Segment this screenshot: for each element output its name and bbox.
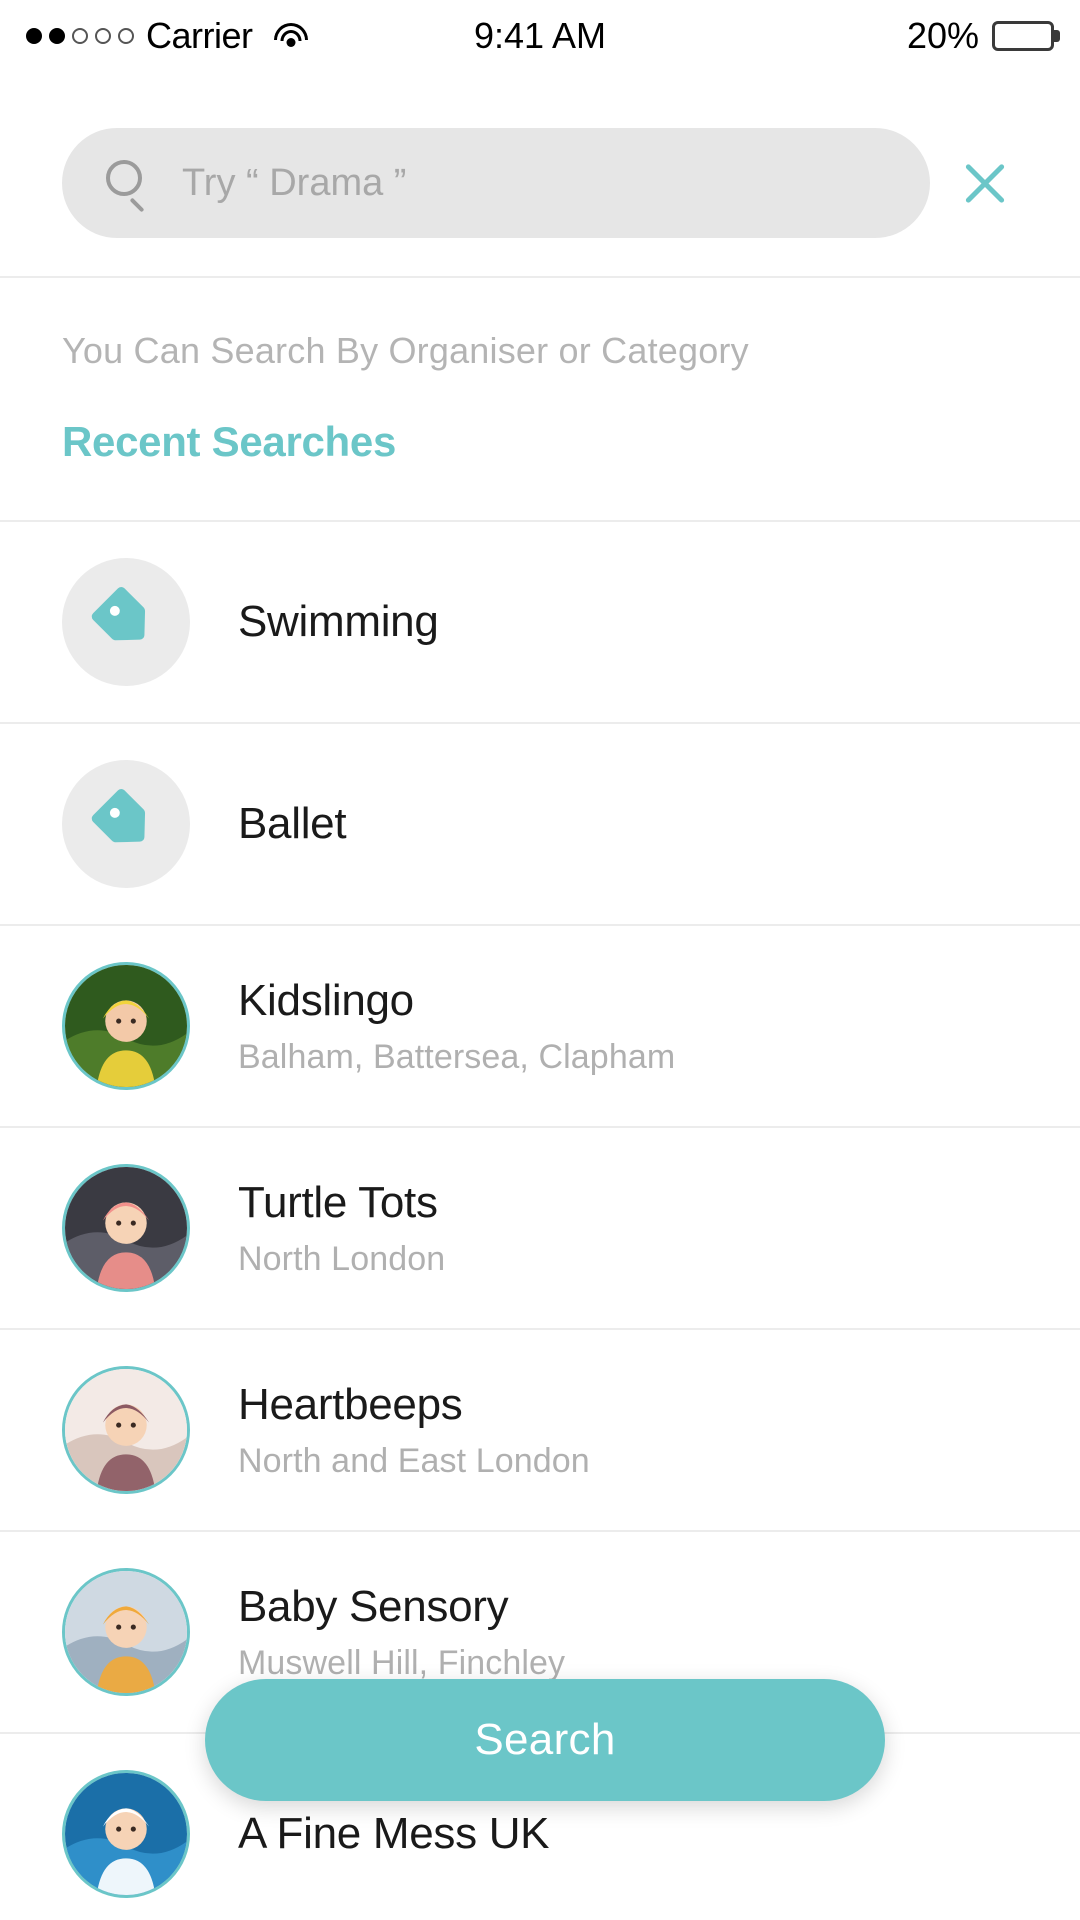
search-icon	[106, 160, 152, 206]
tag-icon	[62, 558, 190, 686]
recent-search-title: Baby Sensory	[238, 1581, 509, 1631]
recent-search-subtitle: North London	[238, 1239, 446, 1278]
recent-search-title: Kidslingo	[238, 975, 414, 1025]
search-field[interactable]	[62, 128, 930, 238]
recent-search-row[interactable]: Turtle Tots North London	[0, 1128, 1080, 1328]
status-bar-right: 20%	[907, 15, 1054, 57]
search-hint-text: You Can Search By Organiser or Category	[62, 330, 749, 371]
tag-icon	[62, 760, 190, 888]
recent-search-text: A Fine Mess UK	[238, 1809, 550, 1859]
recent-searches-heading: Recent Searches	[62, 418, 397, 465]
avatar	[62, 1164, 190, 1292]
status-bar: Carrier 9:41 AM 20%	[0, 0, 1080, 72]
search-button[interactable]: Search	[205, 1679, 885, 1801]
recent-search-title: A Fine Mess UK	[238, 1809, 550, 1858]
avatar	[62, 962, 190, 1090]
carrier-label: Carrier	[146, 15, 253, 56]
recent-search-row[interactable]: Swimming	[0, 522, 1080, 722]
recent-search-text: Ballet	[238, 799, 347, 849]
recent-search-title: Swimming	[238, 597, 439, 646]
battery-icon	[992, 21, 1054, 51]
search-bar	[0, 72, 1080, 276]
recent-search-text: Turtle Tots North London	[238, 1178, 445, 1279]
recent-search-text: Heartbeeps North and East London	[238, 1380, 590, 1481]
recent-search-row[interactable]: Ballet	[0, 724, 1080, 924]
recent-search-title: Ballet	[238, 799, 347, 848]
wifi-icon	[271, 21, 311, 51]
recent-search-title: Turtle Tots	[238, 1177, 438, 1227]
battery-percent-label: 20%	[906, 15, 979, 56]
avatar	[62, 1568, 190, 1696]
recent-search-subtitle: Muswell Hill, Finchley	[238, 1643, 566, 1682]
search-screen: Carrier 9:41 AM 20% You Can Search By Or…	[0, 0, 1080, 1920]
search-input[interactable]	[182, 161, 886, 205]
recent-search-subtitle: North and East London	[238, 1441, 590, 1480]
avatar	[62, 1770, 190, 1898]
recent-search-row[interactable]: Kidslingo Balham, Battersea, Clapham	[0, 926, 1080, 1126]
recent-search-text: Kidslingo Balham, Battersea, Clapham	[238, 976, 675, 1077]
signal-strength-icon	[26, 28, 134, 44]
recent-search-text: Baby Sensory Muswell Hill, Finchley	[238, 1582, 565, 1683]
recent-search-subtitle: Balham, Battersea, Clapham	[238, 1037, 676, 1076]
recent-search-text: Swimming	[238, 597, 439, 647]
status-bar-left: Carrier	[26, 15, 311, 57]
recent-search-row[interactable]: Heartbeeps North and East London	[0, 1330, 1080, 1530]
close-button[interactable]	[930, 128, 1040, 238]
avatar	[62, 1366, 190, 1494]
recent-search-title: Heartbeeps	[238, 1379, 463, 1429]
